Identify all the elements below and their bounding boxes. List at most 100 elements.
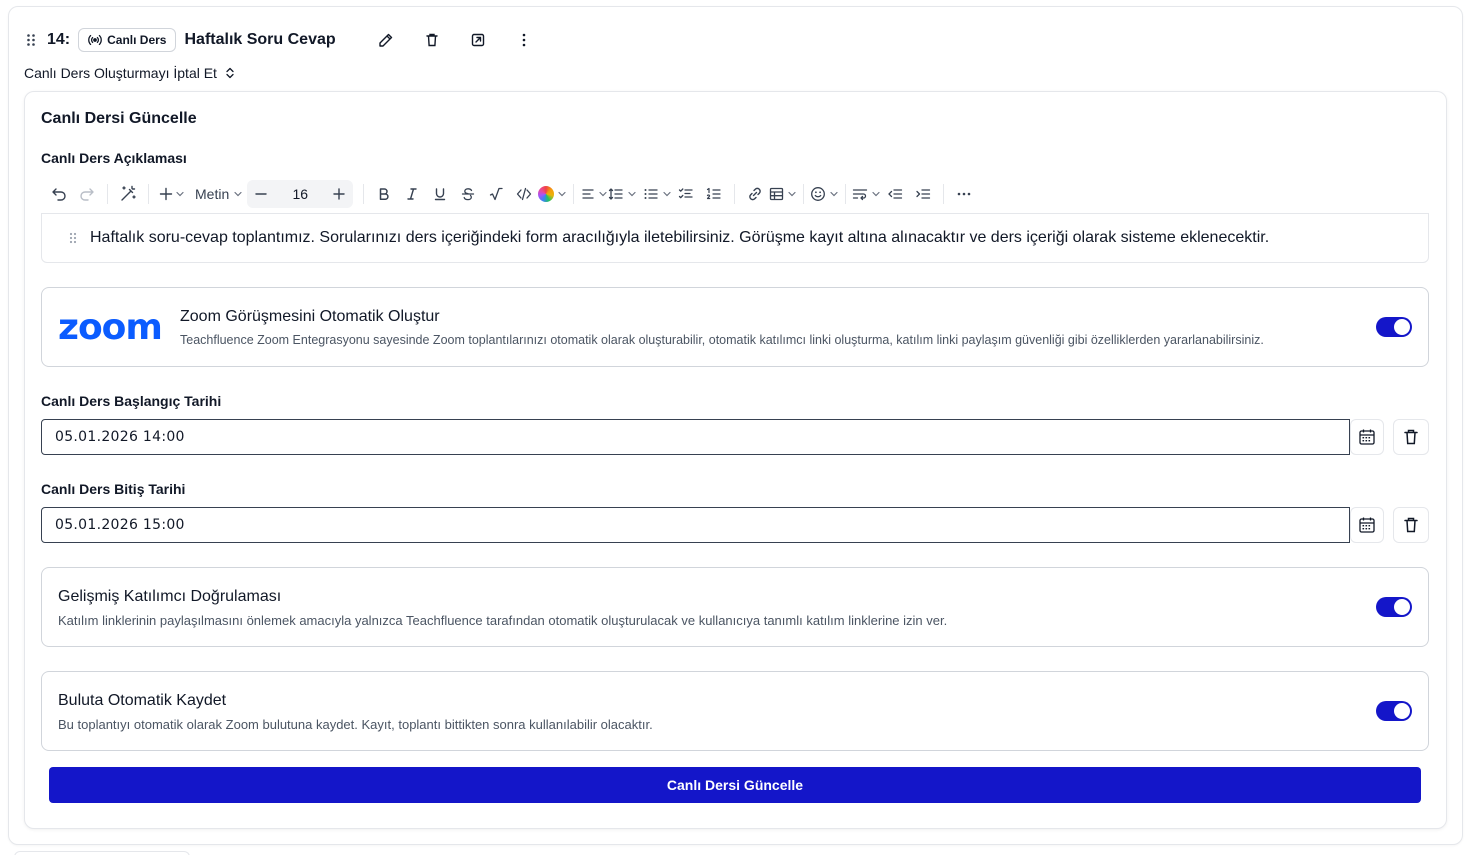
chevron-down-icon	[176, 191, 184, 197]
form-title: Canlı Dersi Güncelle	[41, 110, 197, 127]
lesson-header: 14: Canlı Ders Haftalık Soru Cevap	[24, 26, 538, 54]
start-date-clear-button[interactable]	[1393, 419, 1429, 455]
zoom-logo: zoom	[58, 307, 163, 348]
start-date-input[interactable]: 05.01.2026 14:00	[41, 419, 1350, 455]
undo-icon[interactable]	[45, 179, 73, 209]
line-spacing-icon	[609, 188, 623, 200]
checklist-icon[interactable]	[672, 179, 700, 209]
calendar-icon	[1359, 517, 1375, 533]
wrap-text-icon	[853, 189, 868, 201]
advanced-participant-auth-card: Gelişmiş Katılımcı Doğrulaması Katılım l…	[41, 567, 1429, 647]
end-date-clear-button[interactable]	[1393, 507, 1429, 543]
cancel-live-lesson-select[interactable]: Canlı Ders Oluşturmayı İptal Et	[24, 63, 235, 83]
align-left-icon	[582, 189, 594, 199]
description-text[interactable]: Haftalık soru-cevap toplantımız. Sorular…	[90, 229, 1269, 247]
emoji-dropdown[interactable]	[810, 179, 839, 209]
end-date-label: Canlı Ders Bitiş Tarihi	[41, 481, 186, 497]
math-formula-icon[interactable]	[482, 179, 510, 209]
chevron-down-icon	[234, 191, 242, 197]
edit-icon[interactable]	[372, 26, 400, 54]
update-live-lesson-button[interactable]: Canlı Dersi Güncelle	[49, 767, 1421, 803]
increase-font-size-icon[interactable]	[325, 179, 353, 209]
align-dropdown[interactable]	[580, 179, 608, 209]
description-label: Canlı Ders Açıklaması	[41, 150, 187, 166]
chevron-down-icon	[830, 191, 838, 197]
end-date-calendar-button[interactable]	[1350, 507, 1384, 543]
block-drag-handle-icon[interactable]	[68, 231, 78, 245]
magic-wand-icon[interactable]	[114, 179, 142, 209]
table-dropdown[interactable]	[769, 179, 797, 209]
line-height-dropdown[interactable]	[608, 179, 637, 209]
bullet-list-dropdown[interactable]	[643, 179, 672, 209]
advanced-auth-toggle[interactable]	[1376, 597, 1412, 617]
zoom-card-description: Teachfluence Zoom Entegrasyonu sayesinde…	[180, 333, 1264, 347]
block-type-dropdown[interactable]: Metin	[195, 179, 243, 209]
code-icon[interactable]	[510, 179, 538, 209]
chevron-down-icon	[558, 191, 566, 197]
next-lesson-card-edge	[14, 851, 190, 855]
strikethrough-icon[interactable]	[454, 179, 482, 209]
cancel-select-label: Canlı Ders Oluşturmayı İptal Et	[24, 65, 217, 81]
redo-icon[interactable]	[73, 179, 101, 209]
cloud-record-toggle[interactable]	[1376, 701, 1412, 721]
live-badge-label: Canlı Ders	[107, 33, 167, 47]
link-icon[interactable]	[741, 179, 769, 209]
end-date-input[interactable]: 05.01.2026 15:00	[41, 507, 1350, 543]
cloud-record-description: Bu toplantıyı otomatik olarak Zoom bulut…	[58, 717, 653, 732]
calendar-icon	[1359, 429, 1375, 445]
toolbar-divider	[363, 184, 365, 204]
zoom-card-title: Zoom Görüşmesini Otomatik Oluştur	[180, 308, 440, 325]
chevron-down-icon	[663, 191, 671, 197]
chevron-up-down-icon	[226, 67, 234, 79]
text-color-dropdown[interactable]	[538, 179, 567, 209]
start-date-label: Canlı Ders Başlangıç Tarihi	[41, 393, 222, 409]
drag-handle-icon[interactable]	[24, 33, 38, 47]
live-lesson-badge: Canlı Ders	[78, 28, 177, 52]
font-size-value[interactable]: 16	[275, 186, 325, 202]
insert-plus-dropdown[interactable]	[155, 179, 189, 209]
toolbar-divider	[845, 184, 847, 204]
trash-icon	[1404, 429, 1418, 445]
editor-toolbar: Metin 16	[41, 177, 1429, 211]
zoom-auto-create-toggle[interactable]	[1376, 317, 1412, 337]
zoom-integration-card: zoom Zoom Görüşmesini Otomatik Oluştur T…	[41, 287, 1429, 367]
table-icon	[770, 187, 784, 201]
indent-icon[interactable]	[909, 179, 937, 209]
more-horizontal-icon[interactable]	[950, 179, 978, 209]
chevron-down-icon	[788, 191, 796, 197]
bullet-list-icon	[644, 189, 658, 199]
chevron-down-icon	[599, 191, 607, 197]
color-palette-icon	[538, 186, 555, 202]
plus-icon	[159, 187, 173, 201]
italic-icon[interactable]	[398, 179, 426, 209]
toggle-knob	[1394, 319, 1410, 335]
block-type-label: Metin	[195, 186, 230, 202]
toolbar-divider	[148, 184, 149, 204]
cloud-record-title: Buluta Otomatik Kaydet	[58, 692, 227, 709]
chevron-down-icon	[872, 191, 880, 197]
open-external-icon[interactable]	[464, 26, 492, 54]
trash-icon[interactable]	[418, 26, 446, 54]
advanced-auth-description: Katılım linklerinin paylaşılmasını önlem…	[58, 613, 948, 628]
cloud-record-card: Buluta Otomatik Kaydet Bu toplantıyı oto…	[41, 671, 1429, 751]
lesson-number: 14:	[47, 31, 71, 48]
toggle-knob	[1394, 703, 1410, 719]
outdent-icon[interactable]	[881, 179, 909, 209]
numbered-list-icon[interactable]	[700, 179, 728, 209]
toolbar-divider	[803, 184, 805, 204]
text-wrap-dropdown[interactable]	[852, 179, 881, 209]
advanced-auth-title: Gelişmiş Katılımcı Doğrulaması	[58, 588, 282, 605]
lesson-title: Haftalık Soru Cevap	[184, 31, 336, 48]
decrease-font-size-icon[interactable]	[247, 179, 275, 209]
description-editor[interactable]: Haftalık soru-cevap toplantımız. Sorular…	[41, 213, 1429, 263]
toolbar-divider	[734, 184, 736, 204]
bold-icon[interactable]	[370, 179, 398, 209]
underline-icon[interactable]	[426, 179, 454, 209]
toggle-knob	[1394, 599, 1410, 615]
chevron-down-icon	[628, 191, 636, 197]
start-date-calendar-button[interactable]	[1350, 419, 1384, 455]
toolbar-divider	[107, 184, 108, 204]
toolbar-divider	[943, 184, 945, 204]
toolbar-divider	[573, 184, 575, 204]
more-vertical-icon[interactable]	[510, 26, 538, 54]
